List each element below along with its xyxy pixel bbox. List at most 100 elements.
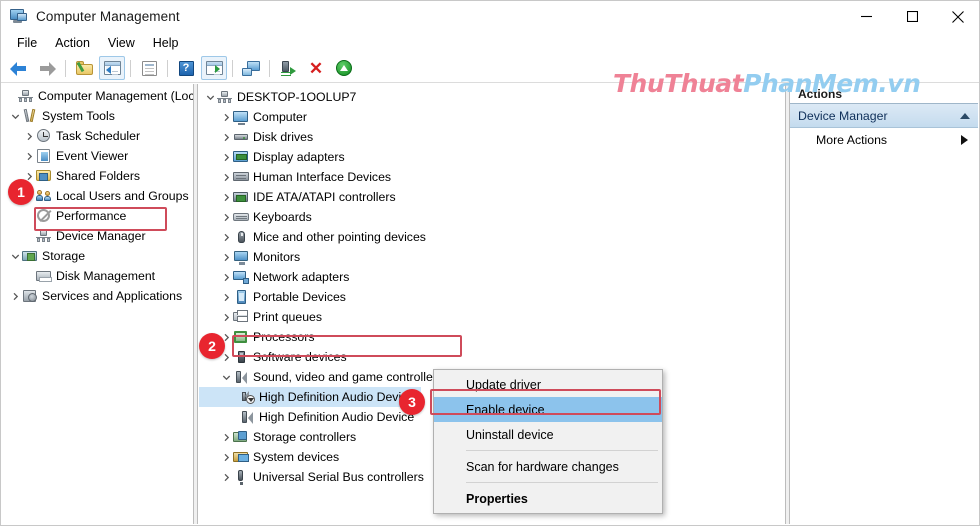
device-row-high-definition-audio-device-disabled[interactable]: High Definition Audio Device	[199, 387, 421, 407]
tree-label: Performance	[56, 208, 127, 223]
device-label: Monitors	[253, 249, 301, 264]
left-splitter[interactable]	[193, 84, 198, 524]
tree-item-computer-management[interactable]: Computer Management (Local	[2, 86, 193, 106]
menu-view[interactable]: View	[99, 34, 144, 53]
chevron-right-icon[interactable]	[219, 109, 233, 125]
tree-label: Services and Applications	[42, 288, 183, 303]
chevron-right-icon[interactable]	[219, 449, 233, 465]
toolbar-separator	[232, 59, 233, 77]
device-row-software-devices[interactable]: Software devices	[199, 347, 785, 367]
context-menu-item-enable-device[interactable]: Enable device	[434, 397, 662, 422]
tree-item-performance[interactable]: Performance	[2, 206, 193, 226]
chevron-right-icon[interactable]	[219, 189, 233, 205]
processor-icon	[233, 329, 249, 345]
speaker-disabled-icon	[239, 389, 255, 405]
chevron-right-icon[interactable]	[219, 229, 233, 245]
device-row-computer[interactable]: Computer	[199, 107, 785, 127]
minimize-button[interactable]	[843, 1, 889, 32]
chevron-down-icon[interactable]	[8, 248, 22, 264]
tree-item-disk-management[interactable]: Disk Management	[2, 266, 193, 286]
desktop-icon	[217, 89, 233, 105]
device-row-keyboards[interactable]: Keyboards	[199, 207, 785, 227]
tree-item-services-and-applications[interactable]: Services and Applications	[2, 286, 193, 306]
console-tree-pane[interactable]: Computer Management (Local System Tools …	[2, 84, 193, 524]
tree-item-task-scheduler[interactable]: Task Scheduler	[2, 126, 193, 146]
properties-button[interactable]	[136, 56, 162, 80]
chevron-right-icon[interactable]	[22, 128, 36, 144]
device-row-network-adapters[interactable]: Network adapters	[199, 267, 785, 287]
device-label: Software devices	[253, 349, 347, 364]
device-label: Mice and other pointing devices	[253, 229, 426, 244]
chevron-right-icon[interactable]	[219, 309, 233, 325]
portable-device-icon	[233, 289, 249, 305]
chevron-down-icon[interactable]	[219, 369, 233, 385]
maximize-button[interactable]	[889, 1, 935, 32]
chevron-right-icon[interactable]	[219, 469, 233, 485]
device-row-mice-and-other-pointing-devices[interactable]: Mice and other pointing devices	[199, 227, 785, 247]
context-menu-item-properties[interactable]: Properties	[434, 486, 662, 511]
chevron-right-icon[interactable]	[219, 429, 233, 445]
device-row-human-interface-devices[interactable]: Human Interface Devices	[199, 167, 785, 187]
tree-label: Computer Management (Local	[38, 88, 193, 103]
chevron-down-icon[interactable]	[203, 89, 217, 105]
tree-label: System Tools	[42, 108, 115, 123]
up-one-level-button[interactable]	[71, 56, 97, 80]
action-pane-icon	[205, 61, 223, 75]
chevron-right-icon[interactable]	[961, 135, 968, 145]
chevron-right-icon[interactable]	[8, 288, 22, 304]
device-row-monitors[interactable]: Monitors	[199, 247, 785, 267]
uninstall-device-button[interactable]: ✕	[303, 56, 329, 80]
show-hide-console-tree-button[interactable]	[99, 56, 125, 80]
chevron-up-icon[interactable]	[960, 112, 970, 119]
device-label: Network adapters	[253, 269, 350, 284]
device-row-display-adapters[interactable]: Display adapters	[199, 147, 785, 167]
toolbar-separator	[65, 59, 66, 77]
chevron-right-icon[interactable]	[219, 149, 233, 165]
update-driver-button[interactable]	[275, 56, 301, 80]
chevron-right-icon[interactable]	[219, 289, 233, 305]
chevron-right-icon[interactable]	[22, 148, 36, 164]
chevron-right-icon[interactable]	[219, 169, 233, 185]
tree-item-system-tools[interactable]: System Tools	[2, 106, 193, 126]
services-icon	[22, 288, 38, 304]
scan-for-hardware-changes-button[interactable]	[331, 56, 357, 80]
device-row-disk-drives[interactable]: Disk drives	[199, 127, 785, 147]
back-button[interactable]	[6, 56, 32, 80]
context-menu[interactable]: Update driver Enable device Uninstall de…	[433, 369, 663, 514]
actions-item-label: More Actions	[816, 133, 888, 147]
device-row-processors[interactable]: Processors	[199, 327, 785, 347]
tools-icon	[22, 108, 38, 124]
actions-group-device-manager[interactable]: Device Manager	[790, 104, 978, 128]
device-label: System devices	[253, 449, 340, 464]
help-button[interactable]: ?	[173, 56, 199, 80]
update-driver-icon	[280, 60, 296, 76]
device-label: Keyboards	[253, 209, 312, 224]
menu-bar: File Action View Help	[1, 32, 979, 54]
forward-button[interactable]	[34, 56, 60, 80]
chevron-down-icon[interactable]	[8, 108, 22, 124]
device-row-desktop[interactable]: DESKTOP-1OOLUP7	[199, 87, 785, 107]
show-hide-action-pane-button[interactable]	[201, 56, 227, 80]
menu-help[interactable]: Help	[144, 34, 188, 53]
connect-to-another-computer-button[interactable]	[238, 56, 264, 80]
context-menu-item-uninstall-device[interactable]: Uninstall device	[434, 422, 662, 447]
tree-item-device-manager[interactable]: Device Manager	[2, 226, 193, 246]
actions-item-more-actions[interactable]: More Actions	[790, 128, 978, 152]
toolbar-separator	[167, 59, 168, 77]
toolbar-separator	[130, 59, 131, 77]
tree-item-event-viewer[interactable]: Event Viewer	[2, 146, 193, 166]
chevron-right-icon[interactable]	[219, 209, 233, 225]
device-row-portable-devices[interactable]: Portable Devices	[199, 287, 785, 307]
device-row-ide-ata-atapi-controllers[interactable]: IDE ATA/ATAPI controllers	[199, 187, 785, 207]
menu-action[interactable]: Action	[46, 34, 99, 53]
chevron-right-icon[interactable]	[219, 269, 233, 285]
menu-file[interactable]: File	[8, 34, 46, 53]
context-menu-item-update-driver[interactable]: Update driver	[434, 372, 662, 397]
tree-item-storage[interactable]: Storage	[2, 246, 193, 266]
usb-controller-icon	[233, 469, 249, 485]
chevron-right-icon[interactable]	[219, 249, 233, 265]
close-button[interactable]	[935, 1, 979, 32]
context-menu-item-scan-for-hardware-changes[interactable]: Scan for hardware changes	[434, 454, 662, 479]
device-row-print-queues[interactable]: Print queues	[199, 307, 785, 327]
chevron-right-icon[interactable]	[219, 129, 233, 145]
